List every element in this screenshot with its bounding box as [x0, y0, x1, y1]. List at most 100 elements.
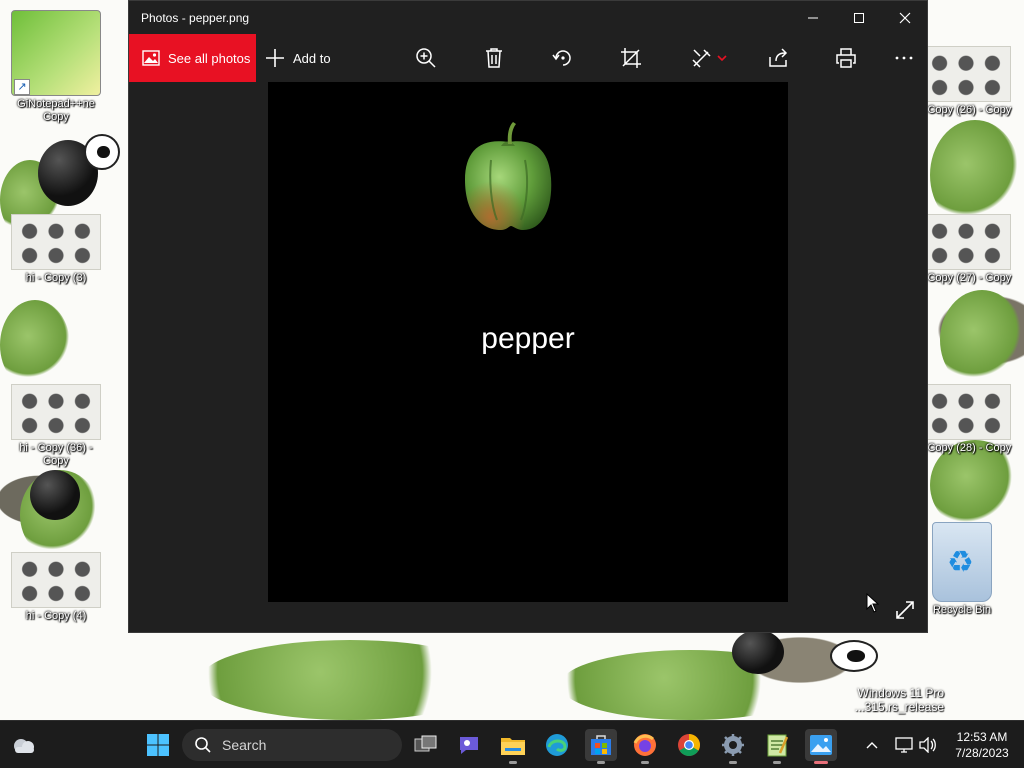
teams-chat-button[interactable] [453, 729, 485, 761]
running-indicator [729, 761, 737, 764]
rotate-icon [552, 50, 571, 66]
desktop-icon-label: Recycle Bin [932, 604, 992, 616]
running-indicator [773, 761, 781, 764]
watermark-line: ...315.rs_release [854, 700, 944, 714]
desktop-icon-notepad[interactable]: ↗ GiNotepad++ne Copy [6, 3, 104, 124]
speaker-icon [919, 737, 936, 753]
show-hidden-icons-button[interactable] [862, 735, 882, 755]
task-view-button[interactable] [410, 729, 442, 761]
search-icon [195, 737, 211, 753]
photos-icon [142, 50, 160, 66]
store-icon [591, 735, 611, 755]
wallpaper-eye [830, 640, 878, 672]
expand-icon [896, 601, 914, 619]
photos-app-button[interactable] [805, 729, 837, 764]
zoom-in-icon [416, 48, 436, 68]
desktop-icon-label: GiNotepad++ne Copy [17, 98, 95, 123]
file-explorer-button[interactable] [497, 729, 529, 764]
add-to-label: Add to [293, 50, 331, 66]
file-thumbnail [921, 384, 1011, 440]
more-icon [895, 56, 913, 60]
notepad-button[interactable] [761, 729, 793, 764]
edge-button[interactable] [541, 729, 573, 761]
close-icon [899, 12, 911, 23]
maximize-button[interactable] [836, 1, 882, 34]
maximize-icon [854, 12, 864, 23]
store-button[interactable] [585, 729, 617, 764]
watermark-line: Windows 11 Pro [857, 686, 944, 700]
desktop-icon-file[interactable]: hi - Copy (4) [8, 552, 104, 623]
clock-date: 7/28/2023 [955, 746, 1009, 760]
running-indicator [509, 761, 517, 764]
delete-icon [486, 48, 502, 68]
crop-button[interactable] [613, 40, 649, 76]
close-button[interactable] [882, 1, 928, 34]
image-caption: pepper [481, 322, 575, 355]
print-icon [836, 48, 856, 68]
notepad-icon [767, 734, 788, 757]
desktop-icon-file[interactable]: - Copy (28) - Copy [918, 384, 1014, 455]
settings-icon [722, 734, 744, 756]
search-label: Search [222, 737, 267, 753]
desktop-icon-file[interactable]: - Copy (27) - Copy [918, 214, 1014, 285]
file-thumbnail [921, 214, 1011, 270]
desktop-icon-file[interactable]: hi - Copy (3) [8, 214, 104, 285]
desktop-icon-file[interactable]: hi - Copy (36) - Copy [8, 384, 104, 468]
wallpaper-vine [940, 290, 1024, 390]
clock-time: 12:53 AM [956, 730, 1008, 744]
photo-canvas[interactable]: pepper [268, 82, 788, 602]
rotate-button[interactable] [545, 40, 581, 76]
weather-widget[interactable] [8, 729, 40, 761]
desktop-icon-label: hi - Copy (4) [25, 610, 87, 622]
window-title: Photos - pepper.png [141, 11, 250, 25]
desktop-icon-file[interactable]: - Copy (26) - Copy [918, 46, 1014, 117]
start-button[interactable] [142, 729, 174, 761]
taskbar-search[interactable]: Search [182, 729, 402, 761]
taskbar: Search 12:53 AM 7/28/2023 [0, 720, 1024, 768]
teams-chat-icon [460, 737, 478, 754]
wallpaper-vine [0, 300, 70, 390]
delete-button[interactable] [476, 40, 512, 76]
desktop-icon-label: hi - Copy (36) - Copy [19, 442, 93, 467]
edit-icon [692, 49, 711, 68]
desktop-icon-recycle-bin[interactable]: ♻ Recycle Bin [914, 522, 1010, 617]
chrome-button[interactable] [673, 729, 705, 761]
shortcut-arrow-icon: ↗ [14, 79, 30, 95]
network-button[interactable] [894, 735, 914, 755]
volume-button[interactable] [918, 735, 938, 755]
photos-window: Photos - pepper.png See all photos Add t… [128, 0, 928, 633]
title-bar[interactable]: Photos - pepper.png [129, 1, 927, 34]
print-button[interactable] [828, 40, 864, 76]
mouse-cursor-icon [866, 593, 880, 613]
more-options-button[interactable] [886, 40, 922, 76]
fullscreen-button[interactable] [891, 596, 919, 624]
minimize-icon [808, 17, 818, 18]
photos-app-icon [810, 735, 832, 755]
chevron-up-icon [866, 742, 878, 749]
share-button[interactable] [760, 40, 796, 76]
settings-button[interactable] [717, 729, 749, 764]
toolbar: See all photos Add to [129, 34, 927, 82]
see-all-photos-label: See all photos [168, 50, 251, 66]
system-clock[interactable]: 12:53 AM 7/28/2023 [944, 729, 1020, 761]
notepad-thumbnail: ↗ [6, 3, 101, 96]
add-to-button[interactable]: Add to [265, 34, 331, 82]
network-icon [895, 737, 913, 753]
green-bell-pepper-image [465, 122, 552, 230]
see-all-photos-button[interactable]: See all photos [129, 34, 256, 82]
weather-cloud-icon [14, 739, 34, 753]
crop-icon [621, 48, 641, 68]
chrome-icon [678, 734, 700, 756]
task-view-icon [414, 735, 437, 752]
wallpaper-eye [84, 134, 120, 170]
plus-icon [266, 49, 284, 67]
zoom-in-button[interactable] [408, 40, 444, 76]
share-icon [769, 48, 788, 67]
edit-button[interactable] [685, 40, 733, 76]
minimize-button[interactable] [790, 1, 836, 34]
wallpaper-nose [30, 470, 80, 520]
windows-watermark: Windows 11 Pro ...315.rs_release [855, 686, 944, 714]
firefox-button[interactable] [629, 729, 661, 764]
windows-logo-icon [147, 734, 169, 756]
file-thumbnail [11, 384, 101, 440]
